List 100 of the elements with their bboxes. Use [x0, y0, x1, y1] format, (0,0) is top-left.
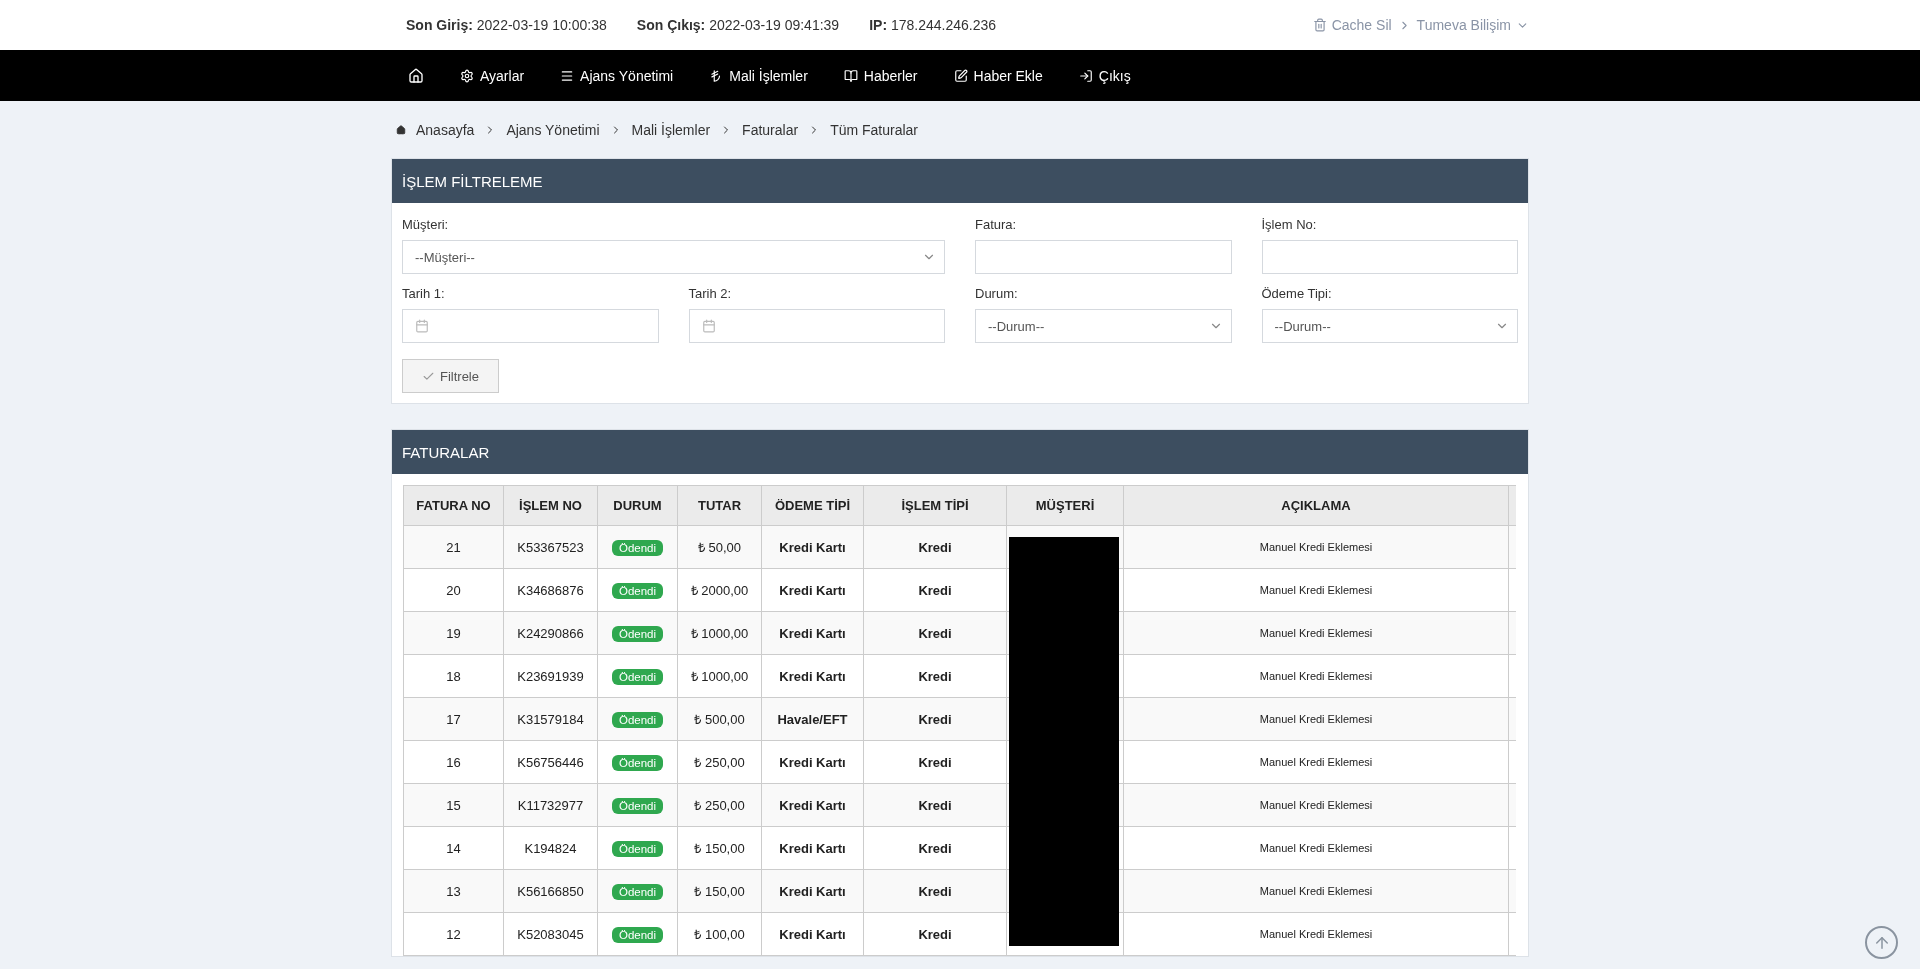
breadcrumb-link[interactable]: Mali İşlemler: [631, 121, 711, 138]
table-cell: Manuel Kredi Eklemesi: [1123, 912, 1509, 956]
table-cell: K56756446: [503, 740, 598, 784]
table-cell: Kredi: [863, 826, 1007, 870]
column-header: DURUM: [597, 485, 678, 526]
table-cell: Kredi Kartı: [761, 912, 864, 956]
column-header: İŞLEM TİPİ: [863, 485, 1007, 526]
table-cell: Kredi Kartı: [761, 611, 864, 655]
field-label: İşlem No:: [1261, 217, 1318, 232]
table-cell: Manuel Kredi Eklemesi: [1123, 783, 1509, 827]
table-cell: K56166850: [503, 869, 598, 913]
column-header: İŞLEM NO: [503, 485, 598, 526]
table-cell: Kredi: [863, 740, 1007, 784]
table-cell: 18: [403, 654, 504, 698]
status-badge: Ödendi: [611, 840, 664, 857]
nav-item[interactable]: Haberler: [843, 67, 918, 84]
select-field[interactable]: --Müşteri--: [402, 240, 945, 274]
table-cell: Kredi: [863, 568, 1007, 612]
table-cell: Kredi: [863, 654, 1007, 698]
column-header: FATURA NO: [403, 485, 504, 526]
nav-item[interactable]: Ajans Yönetimi: [560, 67, 674, 84]
table-cell: Kredi: [863, 697, 1007, 741]
home-link[interactable]: [408, 67, 424, 84]
date-field[interactable]: [402, 309, 659, 343]
nav-item[interactable]: Çıkış: [1078, 67, 1131, 84]
field-label: Tarih 1:: [402, 286, 446, 301]
table-cell: Manuel Kredi Eklemesi: [1123, 525, 1509, 569]
login-info: Son Giriş: 2022-03-19 10:00:38: [406, 17, 607, 33]
select-field[interactable]: --Durum--: [1261, 309, 1518, 343]
table-cell: Manuel Kredi Eklemesi: [1123, 826, 1509, 870]
date-field[interactable]: [688, 309, 945, 343]
book-icon: [843, 68, 858, 83]
input-field[interactable]: [975, 240, 1232, 274]
column-header: ÖDEME TİPİ: [761, 485, 864, 526]
scroll-top-button[interactable]: [1865, 926, 1898, 959]
login-info: Son Çıkış: 2022-03-19 09:41:39: [636, 17, 840, 33]
table-cell: K34686876: [503, 568, 598, 612]
calendar-icon: [701, 319, 716, 333]
status-badge: Ödendi: [611, 754, 664, 771]
table-cell: Kredi: [863, 869, 1007, 913]
table-cell: 12: [403, 912, 504, 956]
login-info: IP: 178.244.246.236: [869, 17, 997, 33]
nav-item[interactable]: Haber Ekle: [953, 67, 1043, 84]
nav-item[interactable]: Ayarlar: [460, 67, 525, 84]
table-cell: 16: [403, 740, 504, 784]
table-cell: ₺ 100,00: [677, 912, 762, 956]
table-cell: Kredi Kartı: [761, 654, 864, 698]
table-cell: ₺ 500,00: [677, 697, 762, 741]
table-cell: Kredi: [863, 912, 1007, 956]
calendar-icon: [415, 319, 429, 333]
table-cell: Manuel Kredi Eklemesi: [1123, 697, 1509, 741]
table-cell: ₺ 2000,00: [677, 568, 762, 612]
table-cell: K23691939: [503, 654, 598, 698]
table-cell: ₺ 1000,00: [677, 654, 762, 698]
breadcrumb-link[interactable]: Anasayfa: [416, 121, 475, 138]
input-field[interactable]: [1261, 240, 1518, 274]
table-cell: Kredi: [863, 525, 1007, 569]
home-icon: [396, 124, 406, 135]
table-cell: Manuel Kredi Eklemesi: [1123, 568, 1509, 612]
table-cell: 13: [403, 869, 504, 913]
table-cell: 20: [403, 568, 504, 612]
table-cell: 19: [403, 611, 504, 655]
column-header: MÜŞTERİ: [1006, 485, 1124, 526]
table-cell: K53367523: [503, 525, 598, 569]
table-cell: 17: [403, 697, 504, 741]
select-field[interactable]: --Durum--: [975, 309, 1232, 343]
settings-icon: [460, 68, 474, 83]
table-cell: ₺ 150,00: [677, 826, 762, 870]
field-label: Ödeme Tipi:: [1261, 286, 1333, 301]
status-badge: Ödendi: [611, 711, 664, 728]
table-cell: K11732977: [503, 783, 598, 827]
column-header: AÇIKLAMA: [1123, 485, 1509, 526]
column-header: TUTAR: [677, 485, 762, 526]
table-cell: Manuel Kredi Eklemesi: [1123, 654, 1509, 698]
table-cell: K52083045: [503, 912, 598, 956]
table-cell: K31579184: [503, 697, 598, 741]
table-cell: ₺ 250,00: [677, 783, 762, 827]
table-cell: ₺ 250,00: [677, 740, 762, 784]
status-badge: Ödendi: [611, 883, 664, 900]
filter-button[interactable]: Filtrele: [402, 359, 499, 393]
status-badge: Ödendi: [611, 625, 664, 642]
table-cell: Manuel Kredi Eklemesi: [1123, 869, 1509, 913]
panel-title: FATURALAR: [392, 430, 1528, 474]
breadcrumb-link[interactable]: Faturalar: [742, 121, 799, 138]
status-badge: Ödendi: [611, 797, 664, 814]
table-cell: Kredi Kartı: [761, 826, 864, 870]
table-cell: K194824: [503, 826, 598, 870]
status-badge: Ödendi: [611, 539, 664, 556]
table-cell: Kredi: [863, 611, 1007, 655]
field-label: Durum:: [975, 286, 1019, 301]
edit-icon: [953, 68, 968, 83]
field-label: Tarih 2:: [688, 286, 733, 301]
table-cell: Kredi Kartı: [761, 525, 864, 569]
table-cell: 14: [403, 826, 504, 870]
status-badge: Ödendi: [611, 926, 664, 943]
exit-icon: [1078, 68, 1093, 83]
nav-item[interactable]: Mali İşlemler: [709, 67, 808, 84]
breadcrumb-link[interactable]: Tüm Faturalar: [830, 121, 919, 138]
table-cell: K24290866: [503, 611, 598, 655]
breadcrumb-link[interactable]: Ajans Yönetimi: [506, 121, 600, 138]
